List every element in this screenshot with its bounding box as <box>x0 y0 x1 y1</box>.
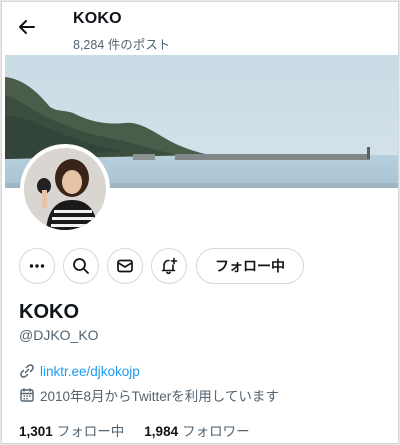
joined-date: 2010年8月からTwitterを利用しています <box>40 389 279 404</box>
followers-stat[interactable]: 1,984 フォロワー <box>144 420 249 440</box>
bell-plus-icon <box>161 257 178 275</box>
profile-link-row: linktr.ee/djkokojp <box>19 363 140 379</box>
joined-row: 2010年8月からTwitterを利用しています <box>19 385 279 405</box>
following-label: フォロー中 <box>56 424 125 439</box>
link-icon <box>20 364 34 378</box>
more-icon <box>29 264 45 268</box>
header-title: KOKO <box>73 10 122 27</box>
top-bar: KOKO 8,284 件のポスト <box>2 2 398 55</box>
followers-label: フォロワー <box>182 424 250 439</box>
user-handle: @DJKO_KO <box>19 327 99 343</box>
followers-count: 1,984 <box>144 424 179 439</box>
display-name: KOKO <box>19 301 79 323</box>
post-count: 8,284 件のポスト <box>73 38 171 52</box>
avatar[interactable] <box>20 144 110 234</box>
profile-page: KOKO 8,284 件のポスト フォロー中 KOKO @DJKO_KO lin… <box>1 1 399 444</box>
profile-link[interactable]: linktr.ee/djkokojp <box>40 364 140 379</box>
back-button[interactable] <box>14 14 40 40</box>
calendar-icon <box>20 388 34 402</box>
notify-button[interactable] <box>151 248 187 284</box>
more-button[interactable] <box>19 248 55 284</box>
following-stat[interactable]: 1,301 フォロー中 <box>19 420 124 440</box>
search-icon <box>73 258 89 274</box>
envelope-icon <box>117 259 133 273</box>
follow-stats: 1,301 フォロー中 1,984 フォロワー <box>19 420 270 440</box>
following-button[interactable]: フォロー中 <box>196 248 304 284</box>
following-count: 1,301 <box>19 424 53 439</box>
message-button[interactable] <box>107 248 143 284</box>
arrow-left-icon <box>19 20 35 34</box>
search-button[interactable] <box>63 248 99 284</box>
